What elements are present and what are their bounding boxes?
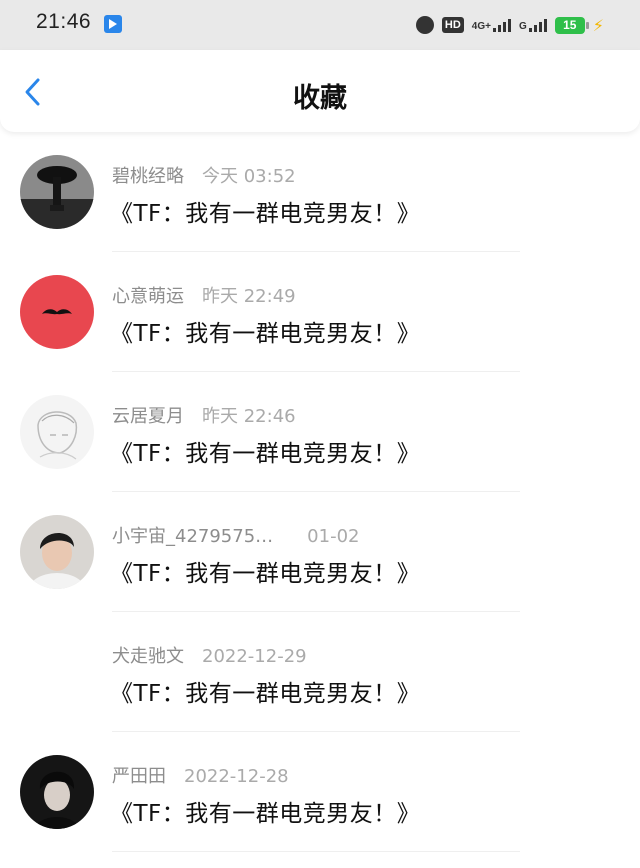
timestamp: 2022-12-28 <box>184 766 289 787</box>
network-type: 4G+ <box>471 21 491 32</box>
item-meta: 犬走驰文 2022-12-29 <box>112 642 307 668</box>
list-item[interactable]: 小宇宙_4279575… 01-02 《TF：我有一群电竞男友！》 <box>0 492 640 612</box>
battery-icon: 15 <box>554 16 589 34</box>
book-title: 《TF：我有一群电竞男友！》 <box>110 801 421 827</box>
book-title: 《TF：我有一群电竞男友！》 <box>110 201 421 227</box>
author-name: 小宇宙_4279575… <box>112 526 274 547</box>
list-item[interactable]: 犬走驰文 2022-12-29 《TF：我有一群电竞男友！》 <box>0 612 640 732</box>
list-item[interactable]: 碧桃经略 今天 03:52 《TF：我有一群电竞男友！》 <box>0 132 640 252</box>
alarm-icon <box>415 16 434 34</box>
item-meta: 严田田 2022-12-28 <box>112 762 289 788</box>
timestamp: 2022-12-29 <box>202 646 307 667</box>
author-name: 云居夏月 <box>112 406 184 427</box>
sketch-avatar[interactable] <box>20 395 94 469</box>
timestamp: 今天 03:52 <box>202 166 296 187</box>
page-title: 收藏 <box>293 83 347 114</box>
dark-silhouette-avatar[interactable] <box>20 155 94 229</box>
photo-avatar[interactable] <box>20 515 94 589</box>
nav-bar: 收藏 <box>0 50 640 132</box>
author-name: 犬走驰文 <box>112 646 184 667</box>
book-title: 《TF：我有一群电竞男友！》 <box>110 681 421 707</box>
list-item[interactable]: 心意萌运 昨天 22:49 《TF：我有一群电竞男友！》 <box>0 252 640 372</box>
item-meta: 碧桃经略 今天 03:52 <box>112 162 296 188</box>
status-icons: HD 4G+ G 15 ⚡ <box>415 12 604 38</box>
item-meta: 小宇宙_4279575… 01-02 <box>112 522 359 548</box>
signal-4g-icon: 4G+ <box>472 18 511 32</box>
item-meta: 云居夏月 昨天 22:46 <box>112 402 296 428</box>
book-title: 《TF：我有一群电竞男友！》 <box>110 441 421 467</box>
item-meta: 心意萌运 昨天 22:49 <box>112 282 296 308</box>
timestamp: 01-02 <box>307 526 360 547</box>
author-name: 心意萌运 <box>112 286 184 307</box>
network-type-2: G <box>518 21 527 32</box>
status-time: 21:46 <box>36 10 92 33</box>
mustache-avatar[interactable] <box>20 275 94 349</box>
author-name: 严田田 <box>112 766 166 787</box>
list-item[interactable]: 云居夏月 昨天 22:46 《TF：我有一群电竞男友！》 <box>0 372 640 492</box>
signal-g-icon: G <box>519 18 547 32</box>
favorites-list: 碧桃经略 今天 03:52 《TF：我有一群电竞男友！》 心意萌运 昨天 22:49… <box>0 132 640 852</box>
divider <box>112 851 520 852</box>
book-title: 《TF：我有一群电竞男友！》 <box>110 321 421 347</box>
dark-portrait-avatar[interactable] <box>20 755 94 829</box>
app-notification-icon <box>104 15 122 33</box>
status-bar: 21:46 HD 4G+ G 15 ⚡ <box>0 0 640 50</box>
charging-icon: ⚡ <box>592 15 604 35</box>
hd-icon: HD <box>441 17 464 33</box>
book-title: 《TF：我有一群电竞男友！》 <box>110 561 421 587</box>
timestamp: 昨天 22:49 <box>202 286 296 307</box>
timestamp: 昨天 22:46 <box>202 406 296 427</box>
author-name: 碧桃经略 <box>112 166 184 187</box>
list-item[interactable]: 严田田 2022-12-28 《TF：我有一群电竞男友！》 <box>0 732 640 852</box>
